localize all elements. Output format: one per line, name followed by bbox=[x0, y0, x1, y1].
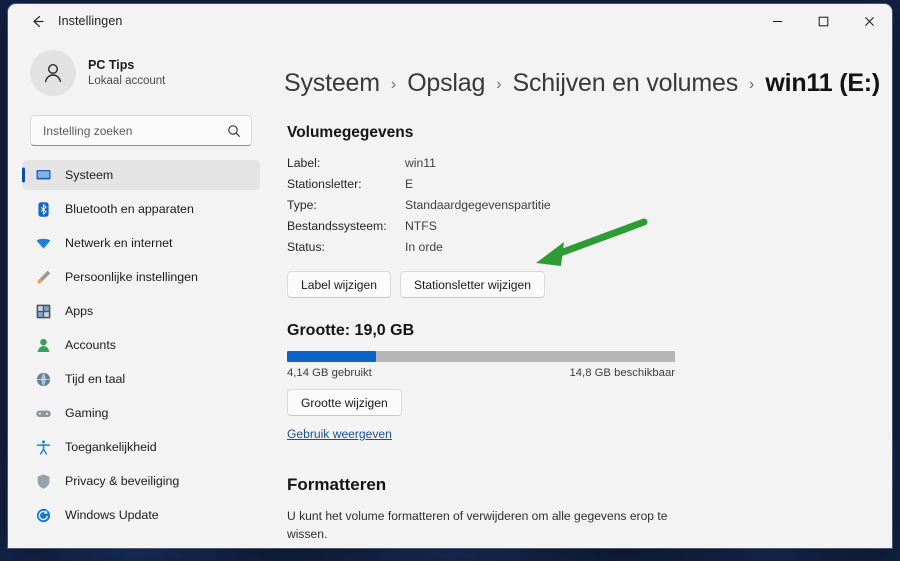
property-row: Stationsletter: E bbox=[287, 177, 866, 198]
sidebar-label: Toegankelijkheid bbox=[65, 440, 157, 454]
search-box[interactable] bbox=[30, 115, 252, 146]
window-title: Instellingen bbox=[58, 14, 123, 28]
view-usage-link[interactable]: Gebruik weergeven bbox=[287, 427, 392, 441]
search-icon[interactable] bbox=[227, 124, 241, 138]
sidebar-item-netwerk-en-internet[interactable]: Netwerk en internet bbox=[22, 228, 260, 258]
chevron-right-icon: › bbox=[390, 76, 397, 93]
sidebar-item-persoonlijke-instellingen[interactable]: Persoonlijke instellingen bbox=[22, 262, 260, 292]
sidebar-label: Persoonlijke instellingen bbox=[65, 270, 198, 284]
sidebar-label: Gaming bbox=[65, 406, 109, 420]
property-key: Stationsletter: bbox=[287, 177, 362, 191]
property-value: In orde bbox=[405, 240, 443, 254]
maximize-button[interactable] bbox=[800, 4, 846, 38]
chevron-right-icon: › bbox=[749, 76, 755, 93]
sidebar-label: Bluetooth en apparaten bbox=[65, 202, 194, 216]
storage-usage-legend: 4,14 GB gebruikt 14,8 GB beschikbaar bbox=[287, 367, 675, 379]
breadcrumb-item-systeem[interactable]: Systeem bbox=[284, 69, 380, 98]
avatar bbox=[30, 50, 76, 96]
account-name: PC Tips bbox=[88, 57, 135, 72]
sidebar: PC Tips Lokaal account Instelling zoeken… bbox=[8, 38, 270, 548]
sidebar-nav: Systeem Bluetooth en apparaten Netwerk e… bbox=[8, 160, 270, 534]
size-actions: Grootte wijzigen bbox=[287, 389, 866, 416]
close-button[interactable] bbox=[846, 4, 892, 38]
storage-usage-bar bbox=[287, 351, 675, 362]
change-label-button[interactable]: Label wijzigen bbox=[287, 271, 391, 298]
window-controls bbox=[754, 4, 892, 38]
minimize-button[interactable] bbox=[754, 4, 800, 38]
settings-window: Instellingen PC Tips Lokaal account Inst… bbox=[8, 4, 892, 548]
property-key: Status: bbox=[287, 240, 325, 254]
account-subtitle: Lokaal account bbox=[88, 75, 166, 88]
property-value: win11 bbox=[405, 156, 436, 170]
storage-used-label: 4,14 GB gebruikt bbox=[287, 367, 372, 379]
property-value: NTFS bbox=[405, 219, 437, 233]
sidebar-item-apps[interactable]: Apps bbox=[22, 296, 260, 326]
search-container bbox=[30, 115, 252, 146]
change-drive-letter-button[interactable]: Stationsletter wijzigen bbox=[399, 271, 545, 298]
sidebar-item-systeem[interactable]: Systeem bbox=[22, 160, 260, 190]
monitor-icon bbox=[34, 166, 52, 184]
sidebar-label: Netwerk en internet bbox=[65, 236, 173, 250]
breadcrumb-item-schijven-en-volumes[interactable]: Schijven en volumes bbox=[513, 69, 739, 98]
wifi-icon bbox=[34, 234, 52, 252]
property-key: Bestandssysteem: bbox=[287, 219, 387, 233]
property-row: Label: win11 bbox=[287, 156, 866, 177]
format-heading: Formatteren bbox=[287, 475, 387, 494]
format-description: U kunt het volume formatteren of verwijd… bbox=[287, 509, 668, 541]
breadcrumb-item-current: win11 (E:) bbox=[765, 69, 881, 97]
gamepad-icon bbox=[34, 404, 52, 422]
sidebar-item-privacy-beveiliging[interactable]: Privacy & beveiliging bbox=[22, 466, 260, 496]
property-value: Standaardgegevenspartitie bbox=[405, 198, 551, 212]
sidebar-item-windows-update[interactable]: Windows Update bbox=[22, 500, 260, 530]
main-content: Systeem › Opslag › Schijven en volumes ›… bbox=[270, 38, 892, 548]
apps-icon bbox=[34, 302, 52, 320]
sidebar-label: Accounts bbox=[65, 338, 116, 352]
breadcrumb: Systeem › Opslag › Schijven en volumes ›… bbox=[284, 69, 880, 98]
sidebar-label: Systeem bbox=[65, 168, 114, 182]
volume-actions: Label wijzigen Stationsletter wijzigen bbox=[287, 271, 866, 298]
search-input[interactable] bbox=[41, 122, 227, 139]
property-row: Type: Standaardgegevenspartitie bbox=[287, 198, 866, 219]
property-row: Bestandssysteem: NTFS bbox=[287, 219, 866, 240]
property-value: E bbox=[405, 177, 414, 191]
bluetooth-icon bbox=[34, 200, 52, 218]
sidebar-label: Windows Update bbox=[65, 508, 159, 522]
chevron-right-icon: › bbox=[496, 76, 502, 93]
sidebar-item-toegankelijkheid[interactable]: Toegankelijkheid bbox=[22, 432, 260, 462]
paintbrush-icon bbox=[34, 268, 52, 286]
volume-details-heading: Volumegegevens bbox=[287, 124, 414, 141]
sidebar-label: Apps bbox=[65, 304, 94, 318]
title-bar: Instellingen bbox=[8, 4, 892, 38]
account-card[interactable]: PC Tips Lokaal account bbox=[30, 46, 270, 100]
sidebar-label: Privacy & beveiliging bbox=[65, 474, 180, 488]
sidebar-item-tijd-en-taal[interactable]: Tijd en taal bbox=[22, 364, 260, 394]
shield-icon bbox=[34, 472, 52, 490]
sidebar-item-gaming[interactable]: Gaming bbox=[22, 398, 260, 428]
volume-properties: Label: win11 Stationsletter: E Type: Sta… bbox=[287, 156, 866, 261]
sidebar-item-bluetooth-en-apparaten[interactable]: Bluetooth en apparaten bbox=[22, 194, 260, 224]
property-key: Label: bbox=[287, 156, 321, 170]
accessibility-icon bbox=[34, 438, 52, 456]
sidebar-label: Tijd en taal bbox=[65, 372, 126, 386]
update-icon bbox=[34, 506, 52, 524]
storage-usage-fill bbox=[287, 351, 377, 362]
property-row: Status: In orde bbox=[287, 240, 866, 261]
property-key: Type: bbox=[287, 198, 317, 212]
storage-available-label: 14,8 GB beschikbaar bbox=[569, 367, 675, 379]
size-heading: Grootte: 19,0 GB bbox=[287, 322, 415, 339]
globe-clock-icon bbox=[34, 370, 52, 388]
account-icon bbox=[34, 336, 52, 354]
sidebar-item-accounts[interactable]: Accounts bbox=[22, 330, 260, 360]
breadcrumb-item-opslag[interactable]: Opslag bbox=[407, 69, 485, 98]
back-arrow-icon[interactable] bbox=[22, 8, 52, 34]
resize-button[interactable]: Grootte wijzigen bbox=[287, 389, 402, 416]
